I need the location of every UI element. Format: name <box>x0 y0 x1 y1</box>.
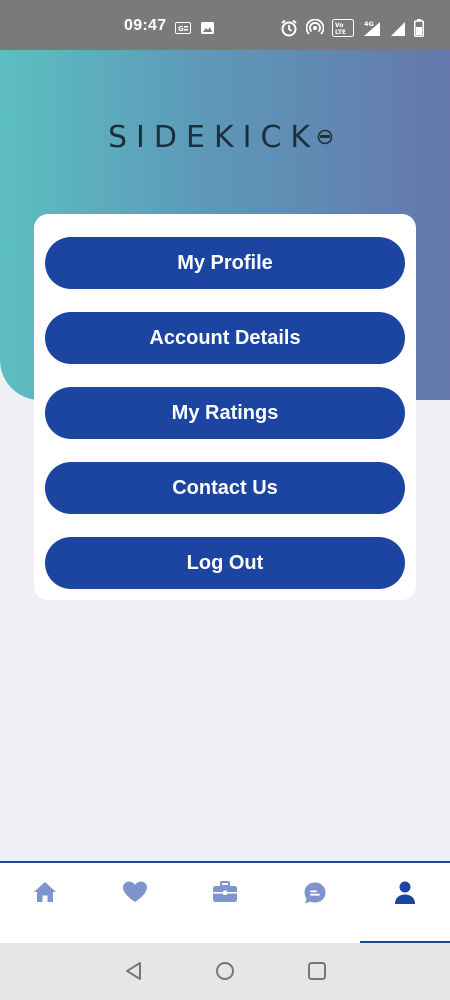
back-icon[interactable] <box>124 961 144 986</box>
nav-item-jobs[interactable] <box>180 863 270 943</box>
recents-icon[interactable] <box>307 961 327 986</box>
account-details-button[interactable]: Account Details <box>45 312 405 364</box>
image-icon <box>201 21 214 39</box>
alarm-icon <box>280 19 298 42</box>
log-out-button[interactable]: Log Out <box>45 537 405 589</box>
svg-text:G: G <box>178 25 184 33</box>
my-profile-button[interactable]: My Profile <box>45 237 405 289</box>
svg-text:LTE: LTE <box>335 29 346 36</box>
bottom-navigation <box>0 861 450 944</box>
svg-text:4G: 4G <box>364 20 374 28</box>
status-time: 09:47 <box>124 17 167 34</box>
svg-text:Vo: Vo <box>335 22 343 29</box>
logo-mark-icon <box>317 129 333 150</box>
gallery-badge-icon: G <box>175 21 191 39</box>
nav-item-profile[interactable] <box>360 863 450 943</box>
chat-icon <box>303 881 327 910</box>
heart-icon <box>122 881 148 908</box>
contact-us-button[interactable]: Contact Us <box>45 462 405 514</box>
volte-icon: Vo LTE <box>332 19 354 42</box>
briefcase-icon <box>212 881 238 908</box>
home-icon <box>33 881 57 908</box>
my-ratings-button[interactable]: My Ratings <box>45 387 405 439</box>
logo-text: SIDEKICK <box>108 120 320 155</box>
profile-icon <box>394 881 416 910</box>
app-logo: SIDEKICK <box>108 120 333 155</box>
status-bar: 09:47 G Vo LTE 4G <box>0 0 450 50</box>
nav-item-favorites[interactable] <box>90 863 180 943</box>
hotspot-icon <box>305 18 325 42</box>
battery-icon <box>414 19 424 42</box>
signal-icon <box>390 19 406 42</box>
nav-item-messages[interactable] <box>270 863 360 943</box>
home-circle-icon[interactable] <box>215 961 235 986</box>
signal-4g-icon: 4G <box>362 19 382 42</box>
account-menu-card: My Profile Account Details My Ratings Co… <box>34 214 416 600</box>
system-navigation-bar <box>0 943 450 1000</box>
nav-item-home[interactable] <box>0 863 90 943</box>
